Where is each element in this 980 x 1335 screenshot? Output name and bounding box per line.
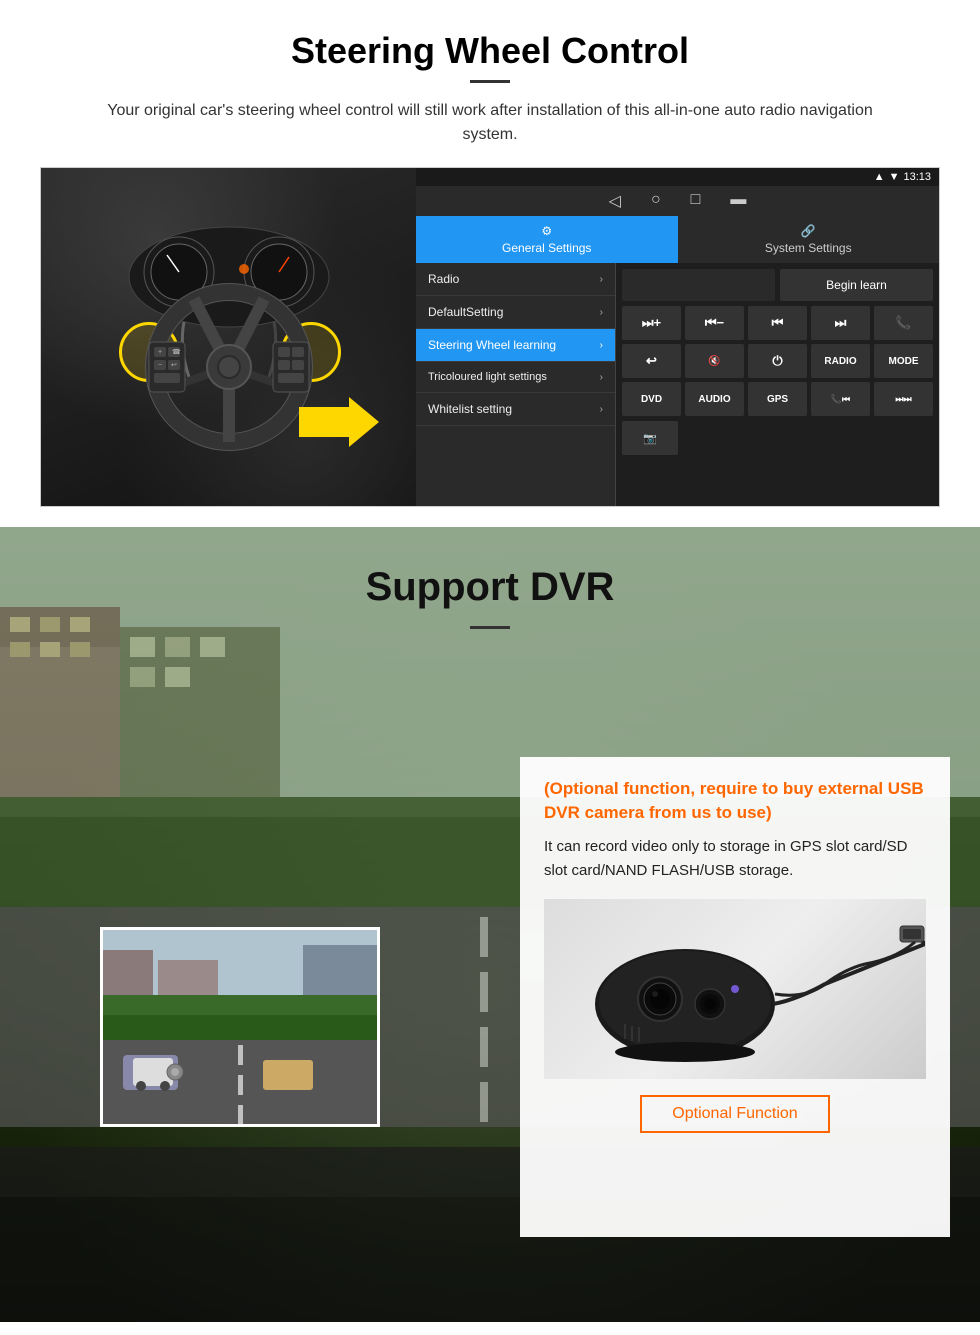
menu-default-chevron: › [600,307,603,318]
menu-item-defaultsetting[interactable]: DefaultSetting › [416,296,615,329]
road-thumb-inner [103,930,377,1124]
menu-radio-chevron: › [600,274,603,285]
begin-learn-row: Begin learn [622,269,933,301]
road-thumbnail [100,927,380,1127]
menu-default-label: DefaultSetting [428,305,503,319]
menu-item-tricoloured[interactable]: Tricoloured light settings › [416,362,615,393]
menu-item-radio[interactable]: Radio › [416,263,615,296]
ctrl-phone-next[interactable]: ⏭⏭ [874,382,933,416]
android-main-content: Radio › DefaultSetting › Steering Wheel … [416,263,939,506]
svg-text:↩: ↩ [171,362,177,369]
begin-learn-empty-area [622,269,775,301]
dvr-optional-text: (Optional function, require to buy exter… [544,777,926,825]
yellow-arrow-svg [299,397,379,447]
menu-tricoloured-chevron: › [600,372,603,383]
dvr-info-box: (Optional function, require to buy exter… [520,757,950,1237]
status-signal-icon: ▲ [874,171,885,183]
swc-section: Steering Wheel Control Your original car… [0,0,980,527]
dvr-title-area: Support DVR [0,527,980,639]
dvr-desc-text: It can record video only to storage in G… [544,835,926,883]
dvr-section: Support DVR [0,527,980,1322]
optional-function-button[interactable]: Optional Function [640,1095,829,1133]
ctrl-mute[interactable]: 🔇 [685,344,744,378]
android-nav-bar: ◁ ○ □ ▬ [416,186,939,216]
swc-subtitle: Your original car's steering wheel contr… [80,99,900,147]
ctrl-power[interactable]: ⏻ [748,344,807,378]
ctrl-vol-up[interactable]: ⏭+ [622,306,681,340]
dvr-title: Support DVR [0,557,980,618]
menu-whitelist-label: Whitelist setting [428,402,512,416]
nav-recent-icon[interactable]: □ [691,191,701,211]
ctrl-prev-track[interactable]: ⏮ [748,306,807,340]
status-bar: ▲ ▼ 13:13 [416,168,939,186]
general-settings-label: General Settings [502,241,591,255]
menu-item-steering-wheel[interactable]: Steering Wheel learning › [416,329,615,362]
steering-wheel-image: + ☎ − ↩ [41,168,416,506]
ctrl-buttons-grid: ⏭+ ⏮− ⏮ ⏭ 📞 ↩ 🔇 ⏻ RADIO MODE DVD AUDIO G… [622,306,933,416]
ctrl-next-track[interactable]: ⏭ [811,306,870,340]
ctrl-radio[interactable]: RADIO [811,344,870,378]
ctrl-phone[interactable]: 📞 [874,306,933,340]
tab-general-settings[interactable]: ⚙ General Settings [416,216,678,263]
dvr-camera-svg [545,904,925,1074]
android-tab-bar: ⚙ General Settings 🔗 System Settings [416,216,939,263]
ctrl-gps[interactable]: GPS [748,382,807,416]
road-thumb-svg [103,930,380,1127]
ctrl-audio[interactable]: AUDIO [685,382,744,416]
status-time: 13:13 [903,171,931,183]
system-settings-icon: 🔗 [801,224,816,238]
ctrl-camera[interactable]: 📷 [622,421,678,455]
menu-steering-label: Steering Wheel learning [428,338,556,352]
ctrl-dvd[interactable]: DVD [622,382,681,416]
svg-text:−: − [158,362,162,369]
ctrl-mode[interactable]: MODE [874,344,933,378]
swc-title: Steering Wheel Control [40,30,940,72]
menu-steering-chevron: › [600,340,603,351]
dvr-camera-image [544,899,926,1079]
menu-whitelist-chevron: › [600,404,603,415]
tab-system-settings[interactable]: 🔗 System Settings [678,216,940,263]
menu-item-whitelist[interactable]: Whitelist setting › [416,393,615,426]
android-ui: ▲ ▼ 13:13 ◁ ○ □ ▬ ⚙ General Settings 🔗 S… [416,168,939,506]
dvr-title-divider [470,626,510,629]
menu-radio-label: Radio [428,272,459,286]
settings-left-menu: Radio › DefaultSetting › Steering Wheel … [416,263,616,506]
svg-text:☎: ☎ [172,348,181,356]
menu-tricoloured-label: Tricoloured light settings [428,371,547,383]
car-ui-container: + ☎ − ↩ [40,167,940,507]
svg-text:+: + [158,349,162,356]
status-wifi-icon: ▼ [889,171,900,183]
ctrl-last-row: 📷 [622,421,933,455]
nav-home-icon[interactable]: ○ [651,191,661,211]
ctrl-phone-prev[interactable]: 📞⏮ [811,382,870,416]
ctrl-back[interactable]: ↩ [622,344,681,378]
ctrl-vol-down[interactable]: ⏮− [685,306,744,340]
general-settings-icon: ⚙ [541,224,552,238]
system-settings-label: System Settings [765,241,852,255]
nav-screen-icon[interactable]: ▬ [730,191,746,211]
swc-title-divider [470,80,510,83]
begin-learn-button[interactable]: Begin learn [780,269,933,301]
steering-wheel-control-panel: Begin learn ⏭+ ⏮− ⏮ ⏭ 📞 ↩ 🔇 ⏻ RADIO MODE [616,263,939,506]
nav-back-icon[interactable]: ◁ [609,191,621,211]
